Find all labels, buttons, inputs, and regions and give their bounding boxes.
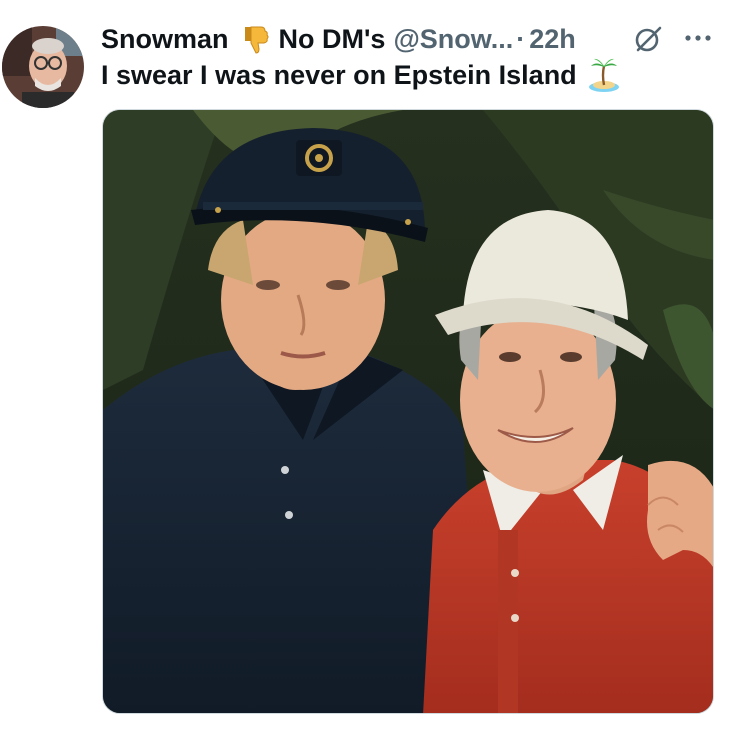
user-handle[interactable]: @Snow... <box>393 20 513 58</box>
more-options-icon[interactable] <box>684 28 712 48</box>
thumbs-down-icon <box>239 23 271 55</box>
desert-island-icon <box>587 57 621 93</box>
display-name[interactable]: Snowman <box>101 20 229 58</box>
tweet-header: Snowman No DM's @Snow... · 22h <box>101 20 724 58</box>
avatar[interactable] <box>2 26 84 108</box>
tweet[interactable]: Snowman No DM's @Snow... · 22h I swear I… <box>0 0 734 735</box>
separator-dot: · <box>516 24 526 54</box>
timestamp[interactable]: 22h <box>529 20 576 58</box>
tweet-text: I swear I was never on Epstein Island <box>101 60 577 90</box>
tweet-media-photo[interactable] <box>102 109 714 714</box>
display-name-suffix: No DM's <box>278 24 386 54</box>
tweet-text-row: I swear I was never on Epstein Island <box>101 56 621 94</box>
grok-icon[interactable] <box>633 24 663 54</box>
